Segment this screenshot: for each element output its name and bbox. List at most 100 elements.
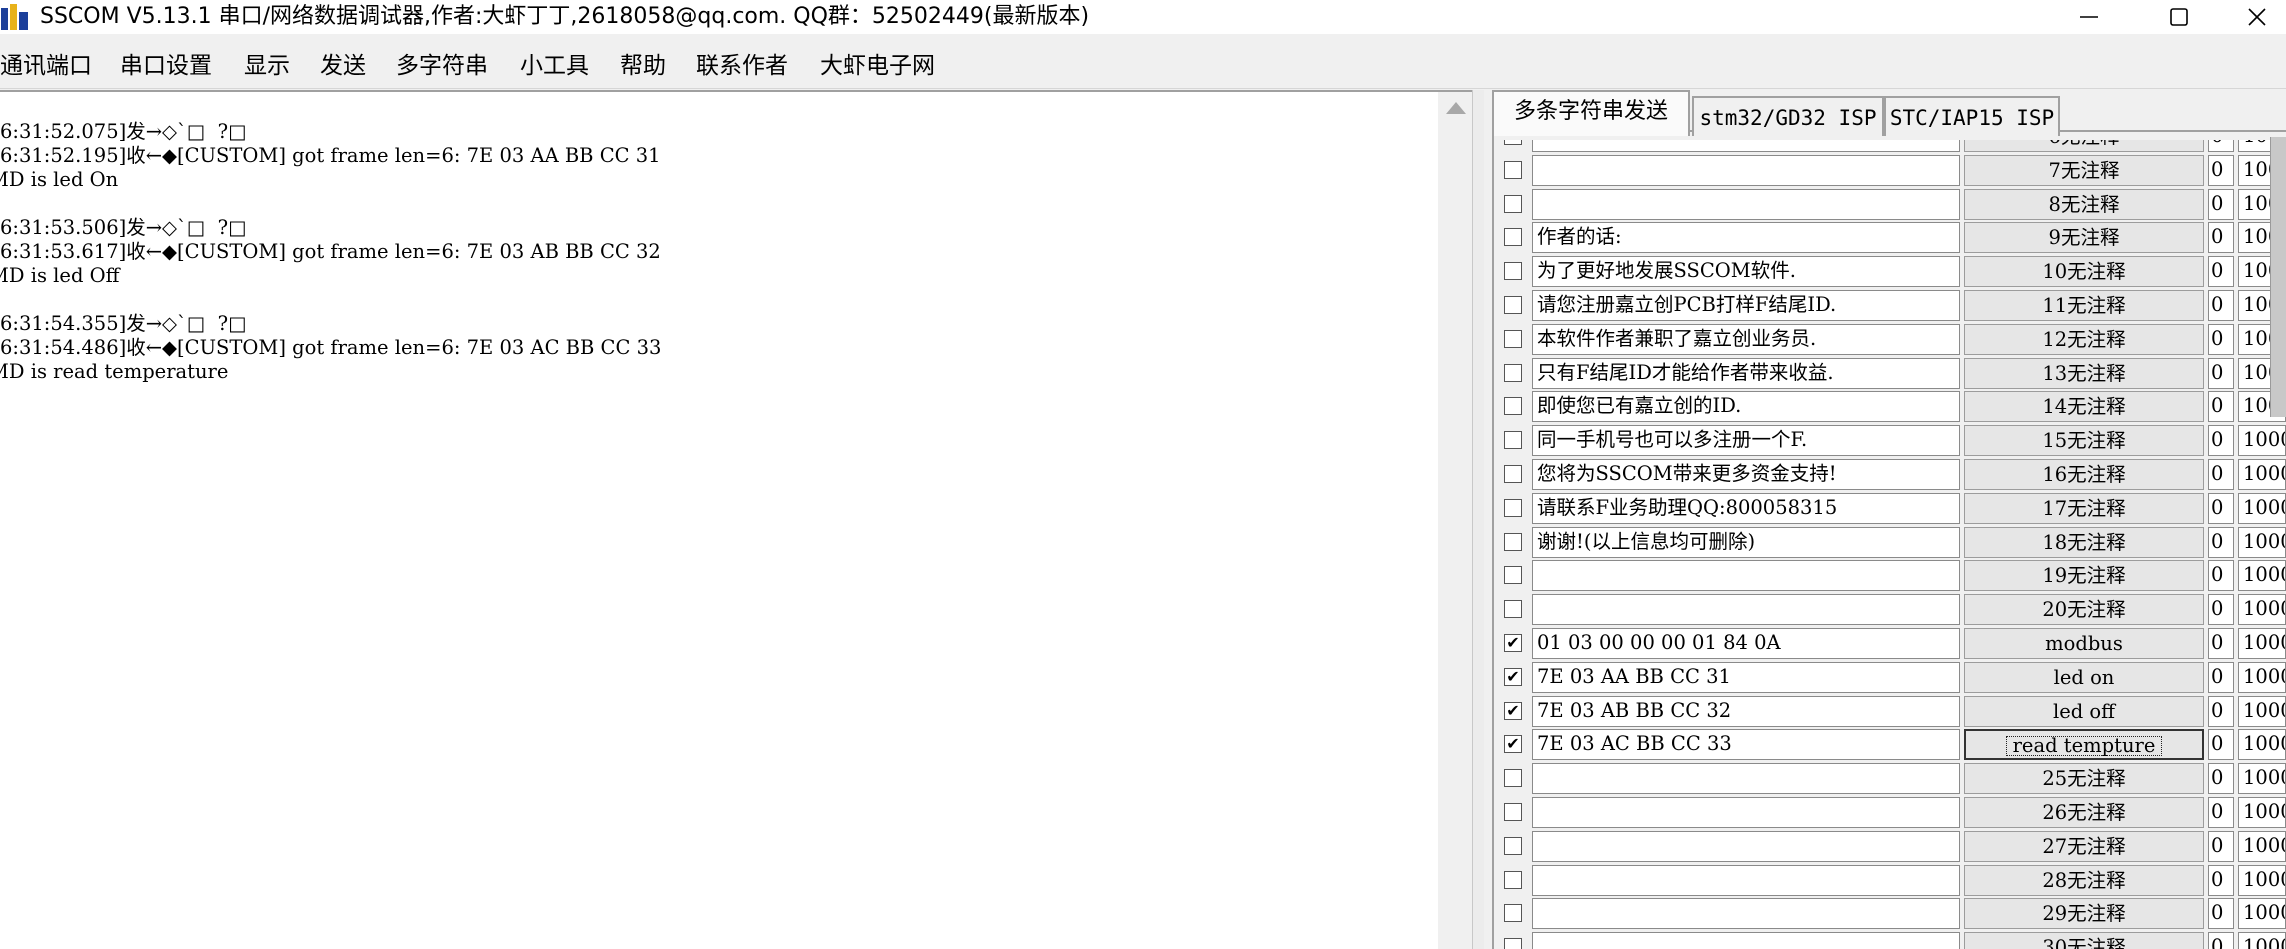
delay-ms-field[interactable]: 1000 — [2238, 492, 2286, 524]
string-input[interactable] — [1532, 898, 1960, 930]
hex-flag-field[interactable]: 0 — [2208, 932, 2234, 949]
row-checkbox[interactable] — [1504, 397, 1522, 416]
string-input[interactable] — [1532, 797, 1960, 828]
hex-flag-field[interactable]: 0 — [2208, 256, 2234, 288]
minimize-button[interactable] — [2054, 0, 2124, 34]
send-string-button[interactable]: 30无注释 — [1964, 932, 2204, 949]
receive-log[interactable]: [16:31:52.075]发→◇`□ ?□ [16:31:52.195]收←◆… — [0, 90, 1438, 949]
delay-ms-field[interactable]: 1000 — [2238, 898, 2286, 930]
row-checkbox[interactable] — [1504, 566, 1522, 585]
send-string-button[interactable]: 10无注释 — [1964, 256, 2204, 288]
tab-multi-string-send[interactable]: 多条字符串发送 — [1492, 90, 1690, 136]
send-string-button[interactable]: read tempture — [1964, 729, 2204, 761]
row-checkbox[interactable] — [1504, 870, 1522, 889]
row-checkbox[interactable] — [1504, 262, 1522, 281]
menu-contact-author[interactable]: 联系作者 — [696, 48, 788, 84]
row-checkbox[interactable]: ✔ — [1504, 667, 1522, 686]
send-string-button[interactable]: 18无注释 — [1964, 526, 2204, 558]
string-input[interactable]: 只有F结尾ID才能给作者带来收益. — [1532, 357, 1960, 389]
hex-flag-field[interactable]: 0 — [2208, 830, 2234, 862]
string-input[interactable]: 7E 03 AC BB CC 33 — [1532, 729, 1960, 761]
row-checkbox[interactable] — [1504, 228, 1522, 247]
row-checkbox[interactable] — [1504, 465, 1522, 483]
string-input[interactable]: 本软件作者兼职了嘉立创业务员. — [1532, 323, 1960, 355]
send-string-button[interactable]: 6无注释 — [1964, 140, 2204, 152]
hex-flag-field[interactable]: 0 — [2208, 425, 2234, 457]
panel-splitter[interactable] — [1472, 90, 1484, 949]
hex-flag-field[interactable]: 0 — [2208, 797, 2234, 828]
string-input[interactable] — [1532, 188, 1960, 220]
hex-flag-field[interactable]: 0 — [2208, 391, 2234, 423]
hex-flag-field[interactable]: 0 — [2208, 459, 2234, 490]
string-input[interactable]: 请您注册嘉立创PCB打样F结尾ID. — [1532, 290, 1960, 321]
hex-flag-field[interactable]: 0 — [2208, 222, 2234, 254]
hex-flag-field[interactable]: 0 — [2208, 492, 2234, 524]
string-input[interactable]: 即使您已有嘉立创的ID. — [1532, 391, 1960, 423]
string-input[interactable] — [1532, 594, 1960, 626]
delay-ms-field[interactable]: 1000 — [2238, 661, 2286, 693]
hex-flag-field[interactable]: 0 — [2208, 560, 2234, 592]
string-input[interactable] — [1532, 830, 1960, 862]
send-string-button[interactable]: 29无注释 — [1964, 898, 2204, 930]
string-input[interactable] — [1532, 864, 1960, 896]
row-checkbox[interactable] — [1504, 803, 1522, 821]
menu-help[interactable]: 帮助 — [620, 48, 666, 84]
row-checkbox[interactable] — [1504, 836, 1522, 855]
hex-flag-field[interactable]: 0 — [2208, 290, 2234, 321]
string-input[interactable] — [1532, 763, 1960, 795]
hex-flag-field[interactable]: 0 — [2208, 188, 2234, 220]
delay-ms-field[interactable]: 1000 — [2238, 459, 2286, 490]
hex-flag-field[interactable]: 0 — [2208, 594, 2234, 626]
send-string-button[interactable]: 20无注释 — [1964, 594, 2204, 626]
string-input[interactable] — [1532, 560, 1960, 592]
string-input[interactable]: 谢谢!(以上信息均可删除) — [1532, 526, 1960, 558]
row-checkbox[interactable] — [1504, 904, 1522, 923]
tab-stm32-gd32-isp[interactable]: stm32/GD32 ISP — [1692, 96, 1884, 136]
string-input[interactable]: 同一手机号也可以多注册一个F. — [1532, 425, 1960, 457]
send-string-button[interactable]: 19无注释 — [1964, 560, 2204, 592]
row-checkbox[interactable] — [1504, 498, 1522, 517]
delay-ms-field[interactable]: 1000 — [2238, 797, 2286, 828]
maximize-button[interactable] — [2144, 0, 2214, 34]
menu-multi-string[interactable]: 多字符串 — [396, 48, 488, 84]
string-input[interactable]: 01 03 00 00 00 01 84 0A — [1532, 628, 1960, 659]
hex-flag-field[interactable]: 0 — [2208, 323, 2234, 355]
hex-flag-field[interactable]: 0 — [2208, 357, 2234, 389]
menu-tools[interactable]: 小工具 — [520, 48, 589, 84]
string-input[interactable]: 作者的话: — [1532, 222, 1960, 254]
string-input[interactable]: 7E 03 AA BB CC 31 — [1532, 661, 1960, 693]
delay-ms-field[interactable]: 1000 — [2238, 628, 2286, 659]
hex-flag-field[interactable]: 0 — [2208, 526, 2234, 558]
string-input[interactable] — [1532, 154, 1960, 186]
send-string-button[interactable]: 26无注释 — [1964, 797, 2204, 828]
log-scrollbar[interactable] — [1438, 90, 1472, 949]
send-string-button[interactable]: 14无注释 — [1964, 391, 2204, 423]
menu-serial-settings[interactable]: 串口设置 — [120, 48, 212, 84]
send-string-button[interactable]: 17无注释 — [1964, 492, 2204, 524]
send-string-button[interactable]: 25无注释 — [1964, 763, 2204, 795]
send-string-button[interactable]: 28无注释 — [1964, 864, 2204, 896]
send-string-button[interactable]: 8无注释 — [1964, 188, 2204, 220]
panel-scrollbar-thumb[interactable] — [2270, 137, 2286, 417]
send-string-button[interactable]: 16无注释 — [1964, 459, 2204, 490]
send-string-button[interactable]: 9无注释 — [1964, 222, 2204, 254]
menu-send[interactable]: 发送 — [320, 48, 366, 84]
send-string-button[interactable]: led on — [1964, 661, 2204, 693]
delay-ms-field[interactable]: 1000 — [2238, 526, 2286, 558]
row-checkbox[interactable] — [1504, 140, 1522, 145]
menu-daxia-website[interactable]: 大虾电子网 — [820, 48, 935, 84]
send-string-button[interactable]: led off — [1964, 695, 2204, 727]
send-string-button[interactable]: 7无注释 — [1964, 154, 2204, 186]
tab-stc-iap15-isp[interactable]: STC/IAP15 ISP — [1884, 96, 2060, 136]
send-string-button[interactable]: 11无注释 — [1964, 290, 2204, 321]
hex-flag-field[interactable]: 0 — [2208, 864, 2234, 896]
send-string-button[interactable]: 15无注释 — [1964, 425, 2204, 457]
delay-ms-field[interactable]: 1000 — [2238, 729, 2286, 761]
delay-ms-field[interactable]: 1000 — [2238, 425, 2286, 457]
menu-comm-port[interactable]: 通讯端口 — [0, 48, 92, 84]
delay-ms-field[interactable]: 1000 — [2238, 695, 2286, 727]
row-checkbox[interactable] — [1504, 769, 1522, 788]
hex-flag-field[interactable]: 0 — [2208, 695, 2234, 727]
send-string-button[interactable]: 13无注释 — [1964, 357, 2204, 389]
hex-flag-field[interactable]: 0 — [2208, 661, 2234, 693]
